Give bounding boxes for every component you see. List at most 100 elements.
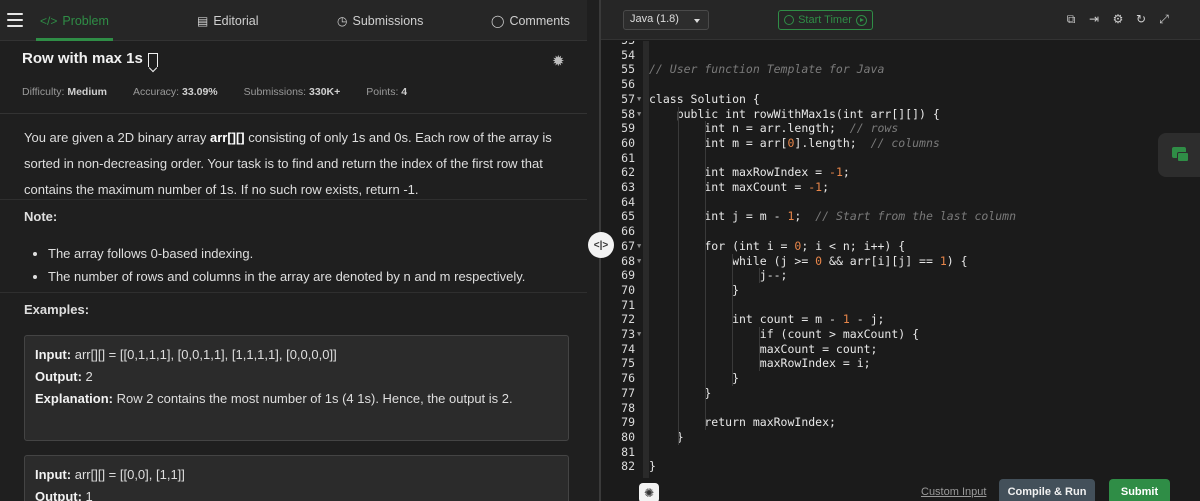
language-select[interactable]: Java (1.8) — [623, 10, 709, 30]
code-line[interactable]: int maxRowIndex = -1; — [649, 165, 849, 180]
submissions-count: Submissions: 330K+ — [243, 86, 341, 98]
chat-icon-overlay — [1177, 152, 1189, 162]
tab-submissions[interactable]: ◷ Submissions — [337, 0, 423, 41]
code-line[interactable]: int maxCount = -1; — [649, 180, 829, 195]
list-item: The array follows 0-based indexing. — [48, 243, 525, 265]
line-number: 54 — [621, 47, 635, 62]
line-number: 55 — [621, 62, 635, 77]
line-number: 53 — [601, 41, 635, 48]
fold-arrow-icon[interactable]: ▼ — [637, 92, 641, 107]
chat-tab[interactable] — [1158, 133, 1200, 177]
line-number: 79 — [621, 415, 635, 430]
line-number: 69 — [621, 268, 635, 283]
indent-guide — [759, 327, 760, 372]
code-line[interactable]: if (count > maxCount) { — [649, 327, 919, 342]
document-icon: ▤ — [197, 13, 209, 28]
line-gutter: 5354555657▼58▼596061626364656667▼68▼6970… — [601, 41, 643, 478]
code-line[interactable] — [649, 48, 656, 63]
code-line[interactable] — [649, 224, 656, 239]
example-box: Input: arr[][] = [[0,0], [1,1]] Output: … — [24, 455, 569, 501]
line-number: 74 — [621, 341, 635, 356]
divider — [0, 199, 587, 200]
code-line[interactable] — [649, 41, 656, 48]
code-line[interactable]: int n = arr.length; // rows — [649, 121, 898, 136]
editor-toolbar: Java (1.8) Start Timer ⧉ ⇥ ⚙ ↻ ⤢ — [601, 0, 1200, 40]
code-line[interactable]: // User function Template for Java — [649, 62, 884, 77]
code-line[interactable] — [649, 445, 656, 460]
line-number: 81 — [621, 444, 635, 459]
code-icon: </> — [40, 13, 58, 28]
example-explanation: Explanation: Row 2 contains the most num… — [35, 391, 513, 406]
export-icon[interactable]: ⇥ — [1087, 12, 1101, 26]
example-input: Input: arr[][] = [[0,0], [1,1]] — [35, 467, 185, 482]
code-line[interactable]: int m = arr[0].length; // columns — [649, 136, 939, 151]
menu-icon[interactable] — [7, 13, 23, 27]
line-number: 65 — [621, 209, 635, 224]
line-number: 59 — [621, 121, 635, 136]
tab-editorial-label: Editorial — [213, 13, 259, 28]
code-area[interactable]: // User function Template for Java class… — [649, 41, 1200, 478]
bug-report-icon[interactable]: ✹ — [552, 52, 565, 70]
timer-icon — [784, 15, 795, 25]
reset-icon[interactable]: ↻ — [1134, 12, 1148, 26]
fullscreen-icon[interactable]: ⤢ — [1157, 12, 1171, 26]
submit-button[interactable]: Submit — [1109, 479, 1170, 501]
points: Points: 4 — [366, 86, 408, 98]
note-heading: Note: — [24, 209, 58, 224]
code-line[interactable]: while (j >= 0 && arr[i][j] == 1) { — [649, 254, 967, 269]
problem-panel: </> Problem ▤ Editorial ◷ Submissions ◯ … — [0, 0, 587, 501]
tab-submissions-label: Submissions — [352, 13, 424, 28]
start-timer-button[interactable]: Start Timer — [778, 10, 873, 30]
code-line[interactable] — [649, 195, 656, 210]
example-output: Output: 1 — [35, 489, 93, 501]
line-number: 73 — [621, 327, 635, 341]
code-line[interactable]: maxCount = count; — [649, 342, 878, 357]
code-line[interactable]: public int rowWithMax1s(int arr[][]) { — [649, 107, 940, 122]
indent-guide — [705, 121, 706, 430]
custom-input-link[interactable]: Custom Input — [921, 486, 986, 498]
code-editor[interactable]: 5354555657▼58▼596061626364656667▼68▼6970… — [601, 41, 1200, 478]
code-line[interactable] — [649, 401, 656, 416]
examples-heading: Examples: — [24, 302, 90, 317]
code-line[interactable]: } — [649, 459, 656, 474]
code-line[interactable] — [649, 151, 656, 166]
code-line[interactable] — [649, 77, 656, 92]
resize-handle-icon[interactable]: <|> — [588, 232, 614, 258]
code-line[interactable]: j--; — [649, 268, 788, 283]
example-output: Output: 2 — [35, 369, 93, 384]
fold-arrow-icon[interactable]: ▼ — [637, 254, 641, 269]
code-line[interactable]: } — [649, 386, 711, 401]
lightbulb-icon[interactable]: ✺ — [639, 483, 659, 501]
code-line[interactable]: for (int i = 0; i < n; i++) { — [649, 239, 905, 254]
note-list: The array follows 0-based indexing. The … — [48, 243, 525, 289]
line-number: 82 — [621, 459, 635, 474]
fold-arrow-icon[interactable]: ▼ — [637, 327, 641, 342]
copy-icon[interactable]: ⧉ — [1064, 12, 1078, 26]
tab-comments-label: Comments — [509, 13, 570, 28]
editor-panel: Java (1.8) Start Timer ⧉ ⇥ ⚙ ↻ ⤢ 5354555… — [601, 0, 1200, 501]
line-number: 80 — [621, 429, 635, 444]
fold-arrow-icon[interactable]: ▼ — [637, 239, 641, 254]
compile-run-button[interactable]: Compile & Run — [999, 479, 1095, 501]
line-number: 56 — [621, 77, 635, 92]
code-line[interactable]: } — [649, 371, 739, 386]
line-number: 78 — [621, 400, 635, 415]
code-line[interactable]: } — [649, 283, 739, 298]
gear-icon[interactable]: ⚙ — [1111, 12, 1125, 26]
example-input: Input: arr[][] = [[0,1,1,1], [0,0,1,1], … — [35, 347, 337, 362]
code-line[interactable] — [649, 298, 656, 313]
indent-guide — [678, 106, 679, 445]
tab-problem[interactable]: </> Problem — [36, 0, 113, 41]
title-row: Row with max 1s — [22, 50, 158, 67]
fold-arrow-icon[interactable]: ▼ — [637, 107, 641, 122]
code-line[interactable]: class Solution { — [649, 92, 760, 107]
bookmark-icon[interactable] — [147, 52, 158, 67]
example-box: Input: arr[][] = [[0,1,1,1], [0,0,1,1], … — [24, 335, 569, 441]
tab-editorial[interactable]: ▤ Editorial — [197, 0, 259, 41]
tab-comments[interactable]: ◯ Comments — [491, 0, 570, 41]
code-line[interactable]: int count = m - 1 - j; — [649, 312, 884, 327]
line-number: 71 — [621, 297, 635, 312]
problem-meta: Difficulty: Medium Accuracy: 33.09% Subm… — [22, 86, 433, 98]
line-number: 64 — [621, 194, 635, 209]
difficulty: Difficulty: Medium — [22, 86, 107, 98]
